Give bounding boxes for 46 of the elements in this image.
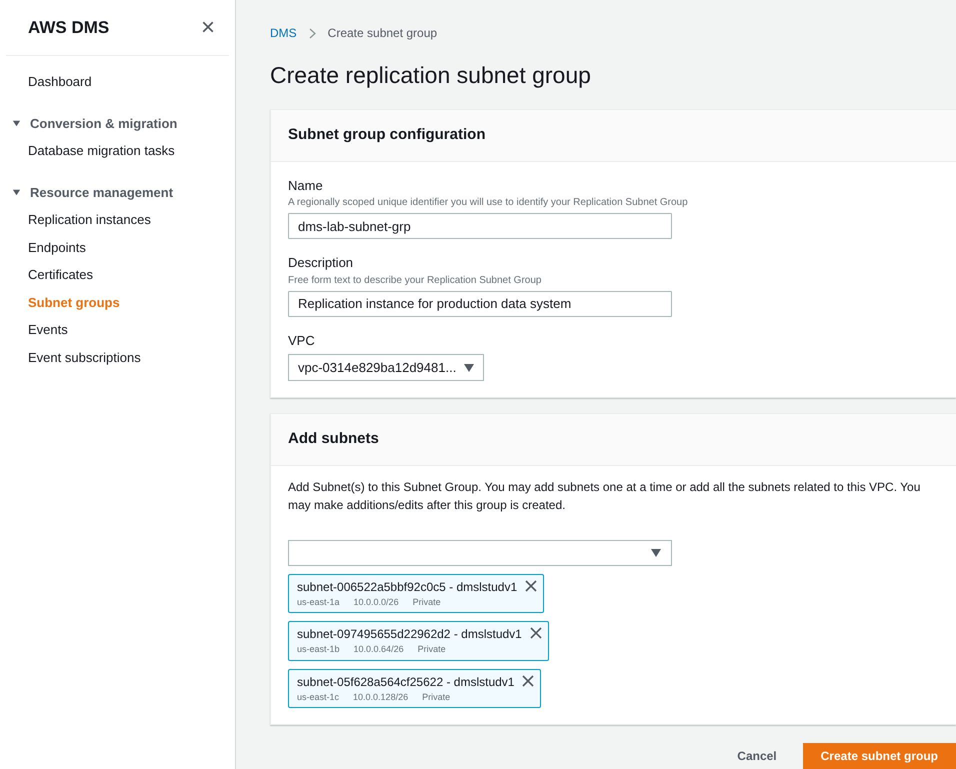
caret-icon <box>12 118 21 128</box>
close-button[interactable]: × <box>200 16 215 40</box>
chevron-right-icon <box>308 28 316 38</box>
dropdown-arrow-icon <box>651 548 661 556</box>
subnet-name: subnet-05f628a564cf25622 - dmslstudv1 <box>297 674 514 690</box>
nav-link[interactable]: Replication instances <box>28 206 235 234</box>
subnet-cidr: 10.0.0.0/26 <box>354 596 399 608</box>
panel-title: Add subnets <box>288 428 379 449</box>
subnet-type: Private <box>418 643 446 656</box>
field-hint: Free form text to describe your Replication Subnet Group <box>288 274 542 288</box>
remove-icon[interactable] <box>530 627 542 639</box>
subnet-cidr: 10.0.0.64/26 <box>354 643 404 656</box>
section-header[interactable]: Conversion & migration <box>12 110 178 137</box>
subnet-zone: us-east-1c <box>297 690 340 704</box>
text-field[interactable]: Replication instance for production data system <box>288 290 672 316</box>
breadcrumb-current: Create subnet group <box>328 25 438 42</box>
nav-link[interactable]: Dashboard <box>28 68 235 96</box>
remove-icon[interactable] <box>522 674 534 686</box>
panel-title: Subnet group configuration <box>288 124 486 145</box>
nav-link[interactable]: Events <box>28 316 235 344</box>
subnet-type: Private <box>412 596 441 608</box>
subnet-type: Private <box>422 690 450 704</box>
remove-icon[interactable] <box>525 580 538 592</box>
subnet-zone: us-east-1b <box>297 643 340 656</box>
panel-description: Add Subnet(s) to this Subnet Group. You may add subnets one at a time or add all the subnets related to this VPC. You may make additions/edits after this group is created. <box>288 478 922 514</box>
field-label: Description <box>288 254 354 272</box>
subnet-name: subnet-006522a5bbf92c0c5 - dmslstudv1 <box>297 578 518 596</box>
breadcrumb-link[interactable]: DMS <box>270 24 297 42</box>
field-label: VPC <box>288 332 316 350</box>
sidebar-title: AWS DMS <box>28 16 110 39</box>
nav-link[interactable]: Certificates <box>28 261 235 288</box>
vpc-select[interactable]: vpc-0314e829ba12d9481... <box>288 354 484 381</box>
caret-icon <box>12 188 21 197</box>
nav-link[interactable]: Database migration tasks <box>28 137 235 164</box>
nav-link[interactable]: Event subscriptions <box>28 344 235 371</box>
subnet-cidr: 10.0.0.128/26 <box>353 690 408 704</box>
subnet-name: subnet-097495655d22962d2 - dmslstudv1 <box>297 626 522 643</box>
field-label: Name <box>288 176 324 194</box>
page-title: Create replication subnet group <box>270 61 592 90</box>
nav-link[interactable]: Endpoints <box>28 234 235 261</box>
dropdown-arrow-icon <box>464 364 474 372</box>
text-field[interactable]: dms-lab-subnet-grp <box>288 213 672 239</box>
section-header[interactable]: Resource management <box>12 178 174 206</box>
field-hint: A regionally scoped unique identifier you will use to identify your Replication Subnet Group <box>288 196 689 210</box>
subnet-zone: us-east-1a <box>297 596 340 608</box>
cancel-button[interactable]: Cancel <box>737 747 777 765</box>
